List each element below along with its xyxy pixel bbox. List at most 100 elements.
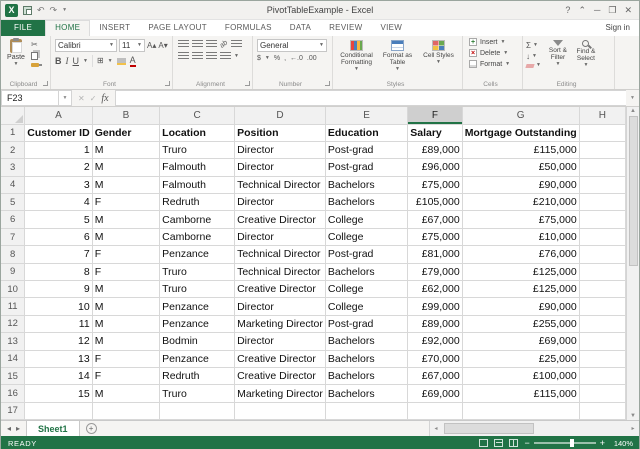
bold-button[interactable]: B — [55, 57, 62, 66]
qat-customize-icon[interactable]: ▼ — [62, 8, 67, 13]
row-header-4[interactable]: 4 — [1, 176, 25, 193]
horizontal-scrollbar[interactable]: ◂ ▸ — [429, 421, 639, 436]
cell-C13[interactable]: Bodmin — [160, 333, 235, 350]
cell-G15[interactable]: £100,000 — [462, 367, 579, 384]
conditional-formatting-button[interactable]: Conditional Formatting ▼ — [336, 40, 377, 77]
cell-H8[interactable] — [579, 246, 625, 263]
cell-A10[interactable]: 9 — [25, 281, 92, 298]
select-all-corner[interactable] — [1, 107, 25, 124]
insert-function-icon[interactable]: fx — [101, 93, 108, 104]
cell-E15[interactable]: Bachelors — [325, 367, 407, 384]
cell-H2[interactable] — [579, 141, 625, 158]
cell-A3[interactable]: 2 — [25, 159, 92, 176]
cell-E13[interactable]: Bachelors — [325, 333, 407, 350]
cell-D4[interactable]: Technical Director — [235, 176, 326, 193]
cell-D7[interactable]: Director — [235, 228, 326, 245]
wrap-text-icon[interactable] — [231, 40, 242, 48]
cell-H16[interactable] — [579, 385, 625, 402]
cell-H13[interactable] — [579, 333, 625, 350]
cell-E1[interactable]: Education — [325, 124, 407, 141]
cell-E3[interactable]: Post-grad — [325, 159, 407, 176]
ribbon-tab-view[interactable]: VIEW — [371, 20, 411, 36]
cell-B13[interactable]: M — [92, 333, 159, 350]
cell-D17[interactable] — [235, 402, 326, 419]
cell-E16[interactable]: Bachelors — [325, 385, 407, 402]
align-middle-icon[interactable] — [192, 40, 203, 48]
format-as-table-button[interactable]: Format as Table ▼ — [377, 40, 418, 77]
name-box[interactable]: F23 — [1, 90, 59, 106]
italic-button[interactable]: I — [66, 57, 69, 66]
undo-icon[interactable]: ↶ — [37, 6, 45, 15]
page-break-view-icon[interactable] — [509, 439, 518, 447]
align-center-icon[interactable] — [192, 52, 203, 60]
cell-D14[interactable]: Creative Director — [235, 350, 326, 367]
cell-E12[interactable]: Post-grad — [325, 315, 407, 332]
cell-E8[interactable]: Post-grad — [325, 246, 407, 263]
cell-C8[interactable]: Penzance — [160, 246, 235, 263]
cell-B6[interactable]: M — [92, 211, 159, 228]
cell-E2[interactable]: Post-grad — [325, 141, 407, 158]
accounting-format-icon[interactable]: $ — [257, 55, 261, 62]
formula-input[interactable] — [115, 90, 626, 106]
column-header-D[interactable]: D — [235, 107, 326, 124]
paste-button[interactable]: Paste ▼ — [4, 39, 28, 77]
cell-D12[interactable]: Marketing Director — [235, 315, 326, 332]
cell-F3[interactable]: £96,000 — [408, 159, 462, 176]
cancel-icon[interactable]: ✕ — [78, 94, 85, 103]
cell-D8[interactable]: Technical Director — [235, 246, 326, 263]
cell-D1[interactable]: Position — [235, 124, 326, 141]
cell-H1[interactable] — [579, 124, 625, 141]
cell-D3[interactable]: Director — [235, 159, 326, 176]
cell-G13[interactable]: £69,000 — [462, 333, 579, 350]
cell-C5[interactable]: Redruth — [160, 194, 235, 211]
cell-B7[interactable]: M — [92, 228, 159, 245]
cell-G7[interactable]: £10,000 — [462, 228, 579, 245]
scroll-up-icon[interactable]: ▲ — [630, 108, 636, 114]
cell-H5[interactable] — [579, 194, 625, 211]
vertical-scroll-thumb[interactable] — [629, 116, 638, 266]
cell-F12[interactable]: £89,000 — [408, 315, 462, 332]
cell-G9[interactable]: £125,000 — [462, 263, 579, 280]
borders-icon[interactable]: ⊞ — [97, 57, 104, 65]
cell-H7[interactable] — [579, 228, 625, 245]
cell-E14[interactable]: Bachelors — [325, 350, 407, 367]
row-header-16[interactable]: 16 — [1, 385, 25, 402]
cell-B14[interactable]: F — [92, 350, 159, 367]
cell-E5[interactable]: Bachelors — [325, 194, 407, 211]
cell-D13[interactable]: Director — [235, 333, 326, 350]
cell-C14[interactable]: Penzance — [160, 350, 235, 367]
cell-B3[interactable]: M — [92, 159, 159, 176]
autosum-button[interactable]: Σ▼ — [526, 41, 541, 50]
decrease-font-icon[interactable]: A▾ — [158, 42, 167, 50]
cell-G8[interactable]: £76,000 — [462, 246, 579, 263]
ribbon-tab-review[interactable]: REVIEW — [320, 20, 371, 36]
fill-color-icon[interactable] — [117, 58, 126, 65]
cell-D11[interactable]: Director — [235, 298, 326, 315]
cell-H11[interactable] — [579, 298, 625, 315]
cell-B8[interactable]: F — [92, 246, 159, 263]
delete-cells-button[interactable]: × Delete ▼ — [469, 49, 519, 57]
cell-H10[interactable] — [579, 281, 625, 298]
cell-A7[interactable]: 6 — [25, 228, 92, 245]
column-header-B[interactable]: B — [92, 107, 159, 124]
cell-H15[interactable] — [579, 367, 625, 384]
zoom-in-icon[interactable]: + — [600, 439, 605, 448]
zoom-level[interactable]: 140% — [611, 439, 633, 448]
row-header-6[interactable]: 6 — [1, 211, 25, 228]
cell-A17[interactable] — [25, 402, 92, 419]
column-header-G[interactable]: G — [462, 107, 579, 124]
row-header-5[interactable]: 5 — [1, 194, 25, 211]
align-top-icon[interactable] — [178, 40, 189, 48]
cell-C9[interactable]: Truro — [160, 263, 235, 280]
cell-B1[interactable]: Gender — [92, 124, 159, 141]
page-layout-view-icon[interactable] — [494, 439, 503, 447]
cell-A14[interactable]: 13 — [25, 350, 92, 367]
row-header-1[interactable]: 1 — [1, 124, 25, 141]
ribbon-options-icon[interactable]: ⌃ — [578, 6, 586, 15]
cell-B15[interactable]: F — [92, 367, 159, 384]
cell-A6[interactable]: 5 — [25, 211, 92, 228]
cell-H17[interactable] — [579, 402, 625, 419]
sheet-nav-right-icon[interactable]: ▸ — [16, 424, 20, 433]
cell-G6[interactable]: £75,000 — [462, 211, 579, 228]
cell-C16[interactable]: Truro — [160, 385, 235, 402]
